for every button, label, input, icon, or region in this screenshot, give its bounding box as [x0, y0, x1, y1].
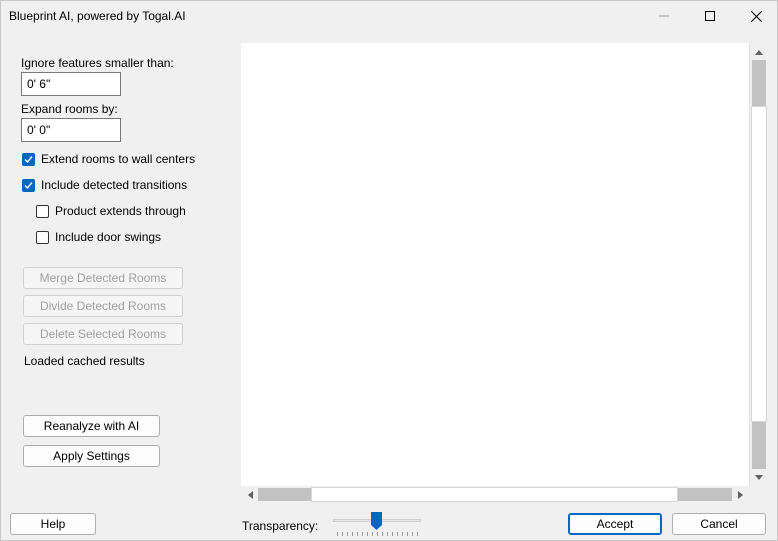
delete-rooms-button[interactable]: Delete Selected Rooms: [23, 323, 183, 345]
accept-button[interactable]: Accept: [568, 513, 662, 535]
close-button[interactable]: [733, 1, 778, 31]
triangle-down-icon: [754, 474, 763, 480]
checkbox-unchecked-icon: [36, 204, 49, 218]
ignore-features-label: Ignore features smaller than:: [21, 56, 174, 70]
checkbox-label: Product extends through: [55, 204, 186, 218]
checkbox-checked-icon: [22, 152, 35, 166]
title-bar: Blueprint AI, powered by Togal.AI: [1, 1, 777, 31]
transparency-label: Transparency:: [242, 519, 319, 533]
slider-thumb[interactable]: [371, 512, 382, 530]
minimize-icon: [659, 15, 669, 17]
scroll-up-button[interactable]: [750, 43, 767, 60]
include-door-swings-checkbox[interactable]: Include door swings: [36, 229, 161, 245]
extend-rooms-checkbox[interactable]: Extend rooms to wall centers: [22, 151, 195, 167]
scroll-thumb-top[interactable]: [752, 60, 766, 106]
scroll-track[interactable]: [751, 106, 767, 422]
divide-rooms-button[interactable]: Divide Detected Rooms: [23, 295, 183, 317]
vertical-scrollbar[interactable]: [749, 43, 767, 486]
product-extends-checkbox[interactable]: Product extends through: [36, 203, 186, 219]
help-button[interactable]: Help: [10, 513, 96, 535]
merge-rooms-button[interactable]: Merge Detected Rooms: [23, 267, 183, 289]
checkbox-checked-icon: [22, 178, 35, 192]
checkbox-unchecked-icon: [36, 230, 49, 244]
include-transitions-checkbox[interactable]: Include detected transitions: [22, 177, 187, 193]
scroll-right-button[interactable]: [732, 486, 749, 503]
scrollbar-corner: [749, 486, 767, 503]
triangle-right-icon: [737, 490, 743, 499]
scroll-thumb-left[interactable]: [258, 488, 311, 501]
window-title: Blueprint AI, powered by Togal.AI: [9, 9, 186, 23]
cancel-button[interactable]: Cancel: [672, 513, 766, 535]
scroll-left-button[interactable]: [241, 486, 258, 503]
blueprint-preview[interactable]: [241, 43, 767, 503]
maximize-button[interactable]: [687, 1, 733, 31]
apply-settings-button[interactable]: Apply Settings: [23, 445, 160, 467]
triangle-left-icon: [247, 490, 253, 499]
dialog-window: Blueprint AI, powered by Togal.AI Ignore…: [0, 0, 778, 541]
scroll-thumb-bottom[interactable]: [752, 422, 766, 469]
slider-ticks: [337, 532, 419, 536]
triangle-up-icon: [754, 49, 763, 55]
checkbox-label: Extend rooms to wall centers: [41, 152, 196, 166]
scroll-thumb-right[interactable]: [678, 488, 732, 501]
checkbox-label: Include detected transitions: [41, 178, 188, 192]
ignore-features-input[interactable]: [21, 72, 121, 96]
transparency-slider[interactable]: [331, 511, 423, 539]
expand-rooms-input[interactable]: [21, 118, 121, 142]
status-text: Loaded cached results: [24, 354, 145, 368]
maximize-icon: [705, 11, 715, 21]
reanalyze-button[interactable]: Reanalyze with AI: [23, 415, 160, 437]
checkbox-label: Include door swings: [55, 230, 162, 244]
expand-rooms-label: Expand rooms by:: [21, 102, 118, 116]
minimize-button[interactable]: [641, 1, 687, 31]
horizontal-scrollbar[interactable]: [241, 486, 749, 503]
close-icon: [750, 10, 762, 22]
scroll-track[interactable]: [311, 487, 678, 502]
scroll-down-button[interactable]: [750, 469, 767, 486]
